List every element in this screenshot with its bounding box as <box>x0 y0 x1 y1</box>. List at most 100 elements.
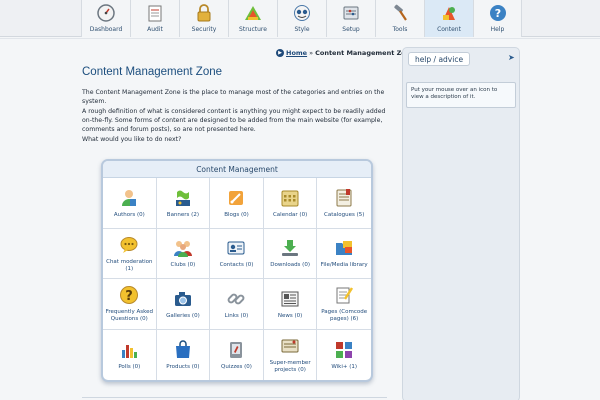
content-item-label: Galleries (0) <box>166 312 200 319</box>
tab-label: Security <box>191 26 217 33</box>
news-icon <box>279 288 301 310</box>
products-icon <box>172 339 194 361</box>
content-item-galleries[interactable]: Galleries (0) <box>156 279 211 330</box>
tab-content[interactable]: Content <box>424 0 473 37</box>
tab-setup[interactable]: Setup <box>326 0 375 37</box>
nav-tabs: Dashboard Audit Security Structure Style <box>81 0 522 37</box>
tab-label: Style <box>294 26 310 33</box>
media-library-icon <box>333 237 355 259</box>
content-item-label: Calendar (0) <box>272 211 308 218</box>
top-navigation-bar: Dashboard Audit Security Structure Style <box>0 0 600 37</box>
content-item-catalogues[interactable]: Catalogues (5) <box>317 178 371 229</box>
content-item-polls[interactable]: Polls (0) <box>103 329 157 380</box>
content-item-label: Downloads (0) <box>270 262 310 269</box>
audit-icon <box>145 3 165 23</box>
tab-label: Dashboard <box>89 26 123 33</box>
collapse-arrow-icon[interactable]: ➤ <box>508 53 515 62</box>
svg-text:?: ? <box>126 289 134 304</box>
style-icon <box>292 3 312 23</box>
polls-icon <box>118 339 140 361</box>
breadcrumb-current: Content Management Zone <box>315 49 415 57</box>
tab-audit[interactable]: Audit <box>130 0 179 37</box>
content-item-calendar[interactable]: Calendar (0) <box>263 178 318 229</box>
contacts-icon <box>225 237 247 259</box>
blogs-icon <box>225 187 247 209</box>
pages-icon <box>333 284 355 306</box>
tab-tools[interactable]: Tools <box>375 0 424 37</box>
content-item-label: Chat moderation (1) <box>106 258 153 272</box>
tab-label: Audit <box>147 26 163 33</box>
wiki-icon <box>333 339 355 361</box>
faq-icon: ? <box>118 284 140 306</box>
tab-security[interactable]: Security <box>179 0 228 37</box>
content-item-super-member-projects[interactable]: Super-member projects (0) <box>264 329 318 380</box>
content-item-label: Wiki+ (1) <box>331 363 358 370</box>
lock-icon <box>194 3 214 23</box>
setup-icon <box>341 3 361 23</box>
calendar-icon <box>279 187 301 209</box>
content-item-label: Products (0) <box>166 363 200 370</box>
prompt-paragraph: What would you like to do next? <box>82 136 182 143</box>
tab-structure[interactable]: Structure <box>228 0 277 37</box>
content-item-file-media-library[interactable]: File/Media library <box>317 229 371 279</box>
content-item-news[interactable]: News (0) <box>263 279 318 330</box>
divider <box>0 38 600 39</box>
content-item-label: News (0) <box>277 312 303 319</box>
tab-dashboard[interactable]: Dashboard <box>81 0 130 37</box>
authors-icon <box>118 187 140 209</box>
content-item-label: Blogs (0) <box>224 211 249 218</box>
tab-help[interactable]: ? Help <box>473 0 522 37</box>
definition-paragraph: A rough definition of what is considered… <box>82 108 386 133</box>
svg-text:?: ? <box>494 7 500 20</box>
content-item-products[interactable]: Products (0) <box>157 329 211 380</box>
content-item-contacts[interactable]: Contacts (0) <box>210 228 264 279</box>
banners-icon <box>172 187 194 209</box>
tab-label: Tools <box>392 26 408 33</box>
content-item-wiki[interactable]: Wiki+ (1) <box>317 330 371 381</box>
content-item-label: Links (0) <box>224 312 249 319</box>
content-item-label: Catalogues (5) <box>323 211 365 218</box>
tab-label: Content <box>437 26 461 33</box>
quizzes-icon <box>225 339 247 361</box>
content-item-clubs[interactable]: Clubs (0) <box>156 228 211 279</box>
breadcrumb-home-link[interactable]: Home <box>286 49 307 57</box>
content-item-label: Banners (2) <box>166 211 199 218</box>
help-icon: ? <box>488 3 508 23</box>
content-item-label: Super-member projects (0) <box>269 360 311 374</box>
content-item-links[interactable]: Links (0) <box>210 279 264 330</box>
content-item-banners[interactable]: Banners (2) <box>156 178 211 229</box>
content-item-label: Clubs (0) <box>170 262 196 269</box>
catalogues-icon <box>333 187 355 209</box>
content-item-label: Authors (0) <box>113 211 145 218</box>
tab-style[interactable]: Style <box>277 0 326 37</box>
panel-title: Content Management <box>103 161 371 178</box>
content-item-chat-moderation[interactable]: Chat moderation (1) <box>103 228 157 279</box>
hammer-icon <box>390 3 410 23</box>
content-item-downloads[interactable]: Downloads (0) <box>263 228 318 279</box>
content-management-panel: Content Management Authors (0) Banners (… <box>101 159 373 382</box>
content-item-label: Pages (Comcode pages) (6) <box>321 309 368 323</box>
content-grid: Authors (0) Banners (2) Blogs (0) Calend… <box>103 178 371 380</box>
help-advice-tab[interactable]: help / advice <box>408 52 470 66</box>
page-title: Content Management Zone <box>82 66 223 78</box>
intro-paragraph: The Content Management Zone is the place… <box>82 89 385 105</box>
structure-icon <box>243 3 263 23</box>
dashboard-icon <box>96 3 116 23</box>
links-icon <box>225 288 247 310</box>
projects-icon <box>279 335 301 357</box>
divider <box>82 397 387 398</box>
galleries-icon <box>172 288 194 310</box>
content-item-faq[interactable]: ? Frequently Asked Questions (0) <box>103 279 157 330</box>
content-item-label: Quizzes (0) <box>221 363 252 370</box>
content-item-pages[interactable]: Pages (Comcode pages) (6) <box>317 279 371 330</box>
breadcrumb-arrow-icon: ▶ <box>276 49 284 57</box>
content-item-blogs[interactable]: Blogs (0) <box>210 178 264 229</box>
breadcrumb-separator: » <box>309 49 314 57</box>
content-item-label: File/Media library <box>320 262 368 269</box>
tab-label: Help <box>490 26 505 33</box>
content-item-quizzes[interactable]: Quizzes (0) <box>210 329 264 380</box>
content-item-authors[interactable]: Authors (0) <box>103 178 157 229</box>
clubs-icon <box>172 237 194 259</box>
tab-label: Setup <box>342 26 360 33</box>
content-item-label: Frequently Asked Questions (0) <box>105 309 153 323</box>
